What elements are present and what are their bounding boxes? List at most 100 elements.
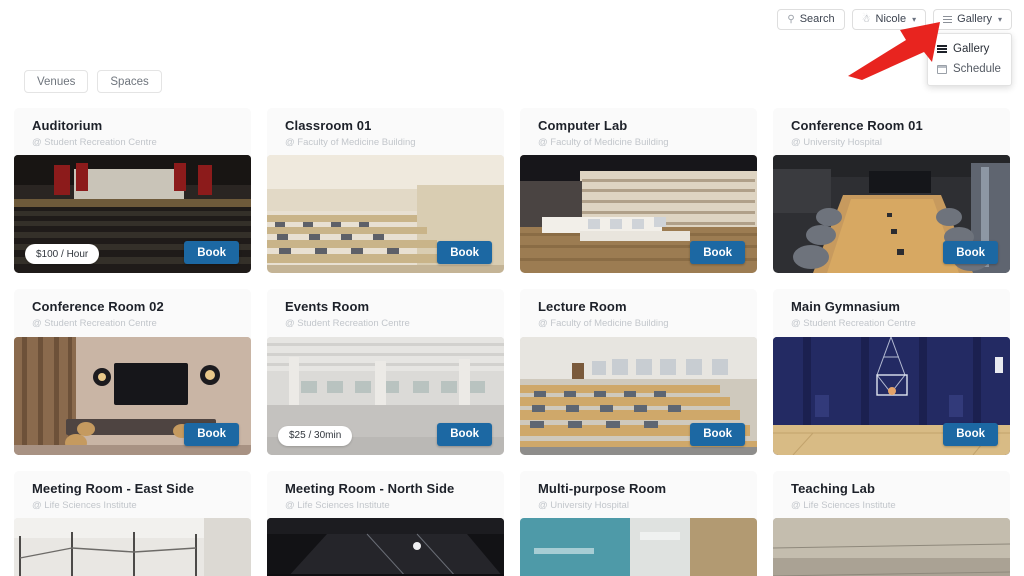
card-venue: @ Life Sciences Institute — [32, 499, 137, 511]
card-header: Meeting Room - East Side @ Life Sciences… — [14, 470, 251, 518]
card-title: Computer Lab — [538, 118, 628, 133]
card-media: Book — [267, 517, 504, 576]
venue-photo — [14, 517, 251, 576]
book-button[interactable]: Book — [437, 422, 492, 446]
chevron-down-icon: ▾ — [912, 14, 917, 24]
card-venue: @ Student Recreation Centre — [285, 318, 410, 330]
chevron-down-icon: ▾ — [997, 14, 1002, 24]
card-header: Main Gymnasium @ Student Recreation Cent… — [773, 289, 1010, 337]
bars-icon — [937, 45, 947, 53]
venue-photo — [520, 517, 757, 576]
card-media: Book — [773, 155, 1010, 274]
card-title: Meeting Room - East Side — [32, 480, 195, 496]
venue-card[interactable]: Conference Room 02 @ Student Recreation … — [14, 289, 251, 455]
book-button[interactable]: Book — [690, 241, 745, 265]
card-venue: @ Faculty of Medicine Building — [285, 136, 416, 148]
venue-card-grid: Auditorium @ Student Recreation Centre $… — [14, 108, 1010, 576]
filter-tabs: Venues Spaces — [24, 70, 162, 93]
card-media: Book — [520, 336, 757, 455]
price-badge: $25 / 30min — [278, 425, 353, 446]
search-icon: ⚲ — [787, 13, 795, 25]
card-title: Classroom 01 — [285, 118, 372, 133]
venue-card[interactable]: Meeting Room - East Side @ Life Sciences… — [14, 470, 251, 576]
card-title: Meeting Room - North Side — [285, 480, 455, 496]
card-venue: @ Life Sciences Institute — [791, 499, 896, 511]
card-header: Teaching Lab @ Life Sciences Institute — [773, 470, 1010, 518]
card-venue: @ Student Recreation Centre — [791, 318, 916, 330]
venue-card[interactable]: Lecture Room @ Faculty of Medicine Build… — [520, 289, 757, 455]
tab-venues[interactable]: Venues — [24, 70, 89, 93]
card-media: Book — [14, 336, 251, 455]
tab-venues-label: Venues — [37, 75, 76, 88]
card-header: Conference Room 02 @ Student Recreation … — [14, 289, 251, 337]
card-media: Book — [773, 336, 1010, 455]
card-title: Teaching Lab — [791, 480, 876, 496]
card-title: Auditorium — [32, 118, 103, 133]
menu-item-gallery-label: Gallery — [953, 43, 990, 55]
bars-icon — [943, 16, 953, 23]
venue-photo — [773, 517, 1010, 576]
card-venue: @ Life Sciences Institute — [285, 499, 390, 511]
card-venue: @ Faculty of Medicine Building — [538, 318, 669, 330]
book-button[interactable]: Book — [943, 422, 998, 446]
card-title: Events Room — [285, 299, 370, 315]
card-media: Book — [14, 517, 251, 576]
card-media: $100 / Hour Book — [14, 155, 251, 274]
top-toolbar: ⚲ Search ☃ Nicole ▾ Gallery ▾ — [777, 9, 1012, 30]
price-badge: $100 / Hour — [25, 244, 100, 265]
book-button[interactable]: Book — [437, 241, 492, 265]
venue-photo — [267, 517, 504, 576]
book-button[interactable]: Book — [184, 422, 239, 446]
card-header: Auditorium @ Student Recreation Centre — [14, 108, 251, 156]
book-button[interactable]: Book — [943, 241, 998, 265]
card-title: Lecture Room — [538, 299, 627, 315]
card-venue: @ University Hospital — [538, 499, 629, 511]
card-media: Book — [773, 517, 1010, 576]
search-button[interactable]: ⚲ Search — [777, 9, 845, 30]
user-menu-button[interactable]: ☃ Nicole ▾ — [851, 9, 927, 30]
book-button[interactable]: Book — [184, 241, 239, 265]
card-header: Lecture Room @ Faculty of Medicine Build… — [520, 289, 757, 337]
venue-card[interactable]: Teaching Lab @ Life Sciences Institute B… — [773, 470, 1010, 576]
venue-card[interactable]: Events Room @ Student Recreation Centre — [267, 289, 504, 455]
tab-spaces-label: Spaces — [110, 75, 149, 88]
card-venue: @ Student Recreation Centre — [32, 318, 157, 330]
view-mode-label: Gallery — [957, 13, 992, 25]
user-label: Nicole — [875, 13, 907, 25]
card-header: Meeting Room - North Side @ Life Science… — [267, 470, 504, 518]
venue-card[interactable]: Meeting Room - North Side @ Life Science… — [267, 470, 504, 576]
venue-card[interactable]: Main Gymnasium @ Student Recreation Cent… — [773, 289, 1010, 455]
card-media: $25 / 30min Book — [267, 336, 504, 455]
user-icon: ☃ — [861, 13, 871, 25]
search-label: Search — [799, 13, 835, 25]
card-media: Book — [520, 155, 757, 274]
venue-card[interactable]: Multi-purpose Room @ University Hospital… — [520, 470, 757, 576]
menu-item-gallery[interactable]: Gallery — [928, 39, 1011, 59]
card-header: Conference Room 01 @ University Hospital — [773, 108, 1010, 156]
card-title: Multi-purpose Room — [538, 480, 667, 496]
menu-item-schedule[interactable]: Schedule — [928, 59, 1011, 79]
card-title: Main Gymnasium — [791, 299, 901, 315]
card-venue: @ Student Recreation Centre — [32, 136, 157, 148]
venue-card[interactable]: Conference Room 01 @ University Hospital — [773, 108, 1010, 274]
card-title: Conference Room 02 — [32, 299, 164, 315]
card-media: Book — [520, 517, 757, 576]
card-header: Multi-purpose Room @ University Hospital — [520, 470, 757, 518]
view-mode-dropdown: Gallery Schedule — [927, 33, 1012, 86]
tab-spaces[interactable]: Spaces — [97, 70, 162, 93]
card-header: Events Room @ Student Recreation Centre — [267, 289, 504, 337]
calendar-icon — [937, 64, 947, 74]
venue-card[interactable]: Computer Lab @ Faculty of Medicine Build… — [520, 108, 757, 274]
card-header: Classroom 01 @ Faculty of Medicine Build… — [267, 108, 504, 156]
venue-gallery-page: ⚲ Search ☃ Nicole ▾ Gallery ▾ Gallery Sc… — [0, 0, 1024, 576]
view-mode-button[interactable]: Gallery ▾ — [933, 9, 1012, 30]
card-header: Computer Lab @ Faculty of Medicine Build… — [520, 108, 757, 156]
card-venue: @ University Hospital — [791, 136, 882, 148]
book-button[interactable]: Book — [690, 422, 745, 446]
card-title: Conference Room 01 — [791, 118, 923, 133]
card-media: Book — [267, 155, 504, 274]
venue-card[interactable]: Auditorium @ Student Recreation Centre $… — [14, 108, 251, 274]
venue-card[interactable]: Classroom 01 @ Faculty of Medicine Build… — [267, 108, 504, 274]
menu-item-schedule-label: Schedule — [953, 63, 1001, 75]
card-venue: @ Faculty of Medicine Building — [538, 136, 669, 148]
